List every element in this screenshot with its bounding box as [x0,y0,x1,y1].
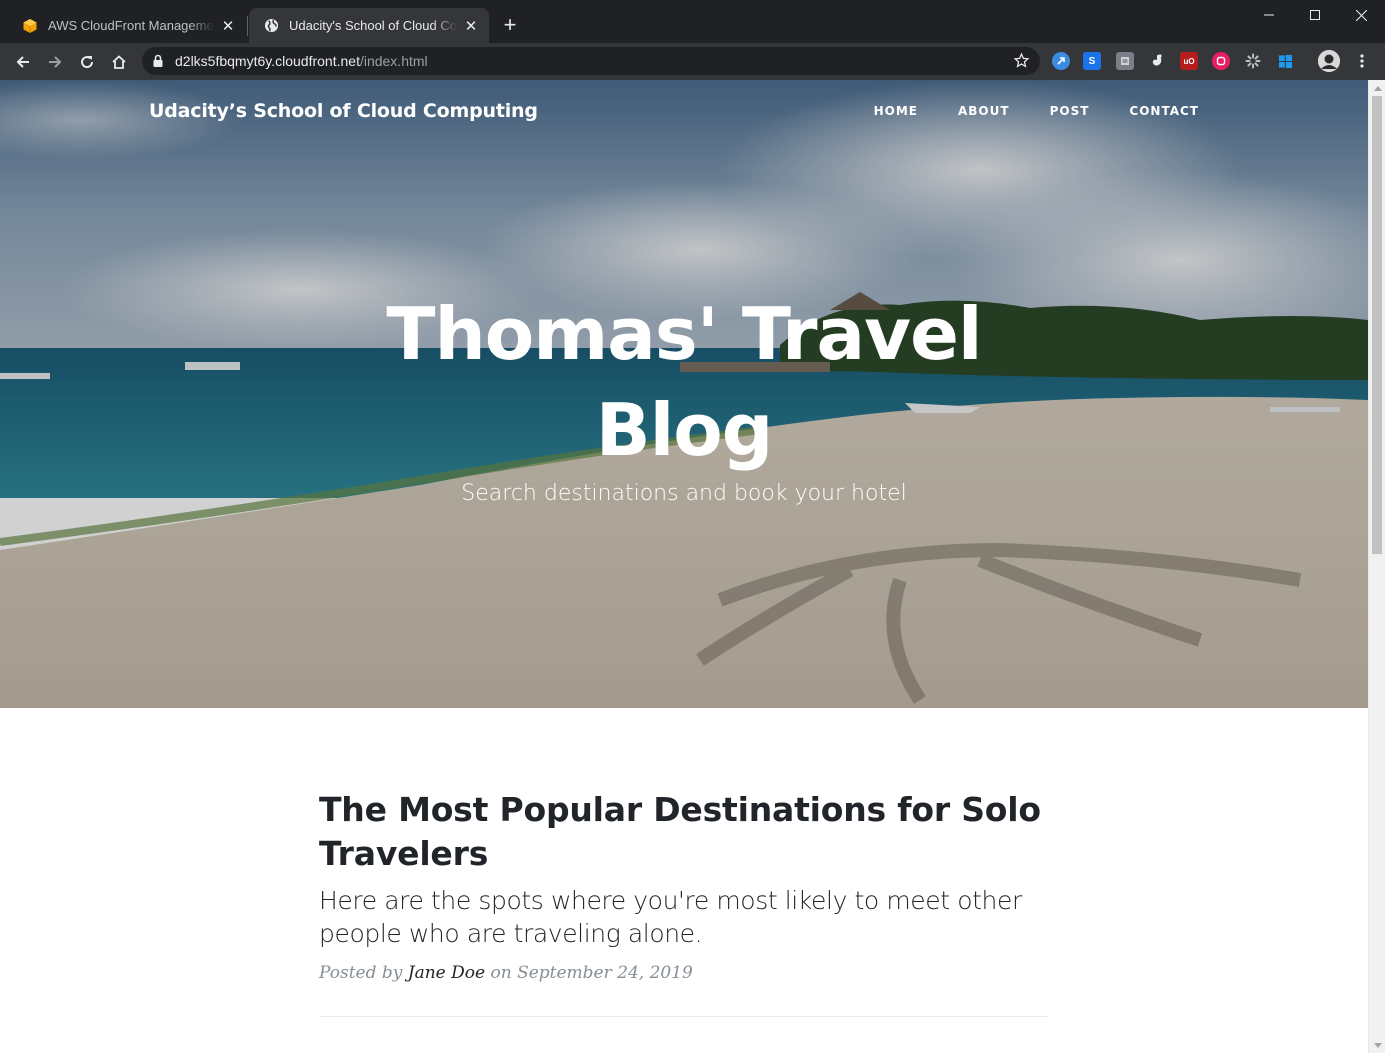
bookmark-star-icon[interactable] [1013,52,1030,74]
post-title[interactable]: The Most Popular Destinations for Solo T… [319,788,1049,876]
nav-post-link[interactable]: POST [1030,104,1110,118]
page-scrollbar[interactable] [1368,80,1385,1053]
extension-spinner-icon[interactable] [1244,52,1262,70]
tab-separator [247,16,248,36]
lock-icon[interactable] [152,54,164,73]
page-viewport: Udacity’s School of Cloud Computing HOME… [0,80,1385,1053]
globe-icon [263,18,279,34]
url-path: /index.html [359,53,428,69]
reload-button[interactable] [73,48,101,76]
maximize-button[interactable] [1292,0,1338,30]
hero-subtitle: Search destinations and book your hotel [461,481,907,506]
tab-udacity-blog[interactable]: Udacity's School of Cloud Computing ✕ [249,8,489,43]
extension-gnome-icon[interactable] [1148,52,1166,70]
address-bar[interactable]: d2lks5fbqmyt6y.cloudfront.net/index.html [142,47,1040,75]
post-meta-prefix: Posted by [319,963,403,983]
nav-home-link[interactable]: HOME [854,104,938,118]
url-text: d2lks5fbqmyt6y.cloudfront.net/index.html [175,53,428,69]
url-host: d2lks5fbqmyt6y.cloudfront.net [175,53,360,69]
close-tab-icon[interactable]: ✕ [463,18,479,35]
profile-avatar[interactable] [1318,50,1340,72]
hero-heading: Thomas' Travel Blog [0,286,1368,478]
scroll-down-arrow-icon[interactable] [1369,1037,1385,1053]
tab-title: AWS CloudFront Management Console [48,18,214,33]
post-subtitle[interactable]: Here are the spots where you're most lik… [319,884,1049,950]
post-date: September 24, 2019 [517,963,693,983]
close-window-button[interactable] [1338,0,1384,30]
windows-icon[interactable] [1276,52,1294,70]
home-button[interactable] [105,48,133,76]
nav-links: HOME ABOUT POST CONTACT [854,104,1219,118]
aws-icon [22,18,38,34]
browser-toolbar: d2lks5fbqmyt6y.cloudfront.net/index.html… [0,43,1385,80]
close-tab-icon[interactable]: ✕ [220,18,236,35]
nav-contact-link[interactable]: CONTACT [1109,104,1219,118]
post-meta-on: on [490,963,512,983]
scrollbar-thumb[interactable] [1372,96,1382,554]
extension-s-icon[interactable]: S [1083,52,1101,70]
nav-about-link[interactable]: ABOUT [938,104,1030,118]
tab-strip: AWS CloudFront Management Console ✕ Udac… [0,0,1385,43]
scroll-up-arrow-icon[interactable] [1369,80,1385,96]
extension-pink-icon[interactable] [1212,52,1230,70]
forward-button[interactable] [41,48,69,76]
extension-reader-icon[interactable] [1116,52,1134,70]
post-preview[interactable]: The Most Popular Destinations for Solo T… [319,788,1049,983]
post-author-link[interactable]: Jane Doe [408,963,485,983]
minimize-button[interactable] [1246,0,1292,30]
masthead: Udacity’s School of Cloud Computing HOME… [0,80,1368,708]
ublock-icon[interactable]: uO [1180,52,1198,70]
post-meta: Posted by Jane Doe on September 24, 2019 [319,963,1049,983]
extension-blue-icon[interactable] [1052,52,1070,70]
new-tab-button[interactable]: + [498,14,522,38]
site-navbar: Udacity’s School of Cloud Computing HOME… [0,80,1368,146]
back-button[interactable] [9,48,37,76]
post-divider [319,1016,1049,1017]
tab-aws-console[interactable]: AWS CloudFront Management Console ✕ [8,8,246,43]
site-brand-link[interactable]: Udacity’s School of Cloud Computing [149,100,538,122]
tab-title: Udacity's School of Cloud Computing [289,18,457,33]
hero-title: Thomas' Travel Blog [386,292,982,472]
menu-kebab-icon[interactable] [1353,52,1371,70]
